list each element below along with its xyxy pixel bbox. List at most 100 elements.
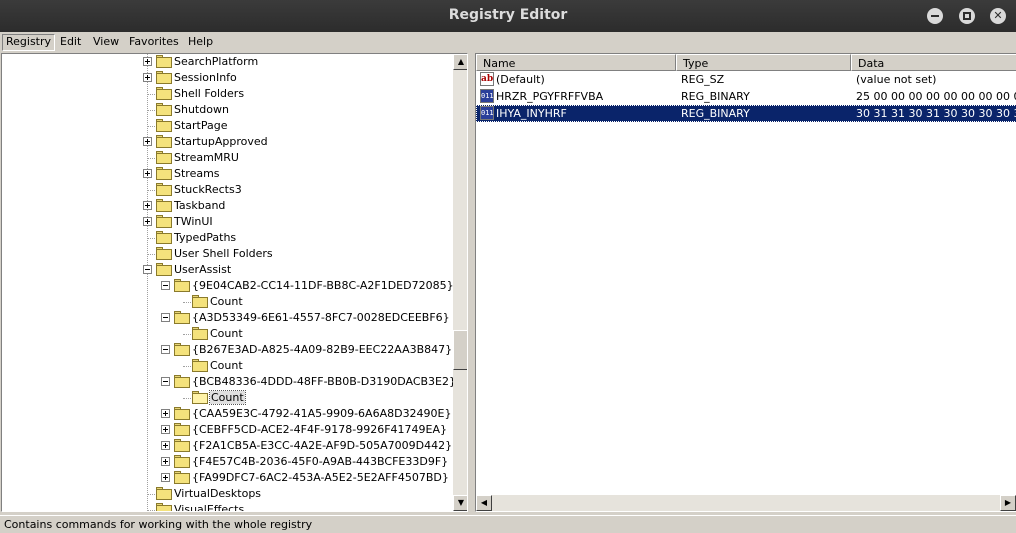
tree-item-label: User Shell Folders: [174, 247, 273, 260]
tree-item-label: {F4E57C4B-2036-45F0-A9AB-443BCFE33D9F}: [192, 455, 449, 468]
tree-item[interactable]: Shell Folders: [2, 86, 453, 102]
tree-item[interactable]: TWinUI: [2, 214, 453, 230]
folder-icon: [174, 407, 190, 420]
expand-icon[interactable]: [143, 57, 152, 66]
tree-item[interactable]: TypedPaths: [2, 230, 453, 246]
scroll-right-button[interactable]: ▶: [1000, 495, 1016, 511]
binary-value-icon: 011: [480, 106, 494, 120]
tree-item[interactable]: VisualEffects: [2, 502, 453, 511]
collapse-icon[interactable]: [161, 281, 170, 290]
tree-item[interactable]: Count: [2, 358, 453, 374]
expand-icon[interactable]: [143, 137, 152, 146]
tree-item[interactable]: StuckRects3: [2, 182, 453, 198]
menu-favorites[interactable]: Favorites: [129, 35, 179, 48]
expand-icon[interactable]: [143, 201, 152, 210]
collapse-icon[interactable]: [143, 265, 152, 274]
scroll-down-button[interactable]: ▼: [453, 495, 467, 511]
scroll-left-button[interactable]: ◀: [476, 495, 492, 511]
list-horizontal-scrollbar[interactable]: ◀ ▶: [476, 495, 1016, 511]
column-header-data[interactable]: Data: [851, 54, 1016, 71]
expand-icon[interactable]: [161, 409, 170, 418]
tree-item[interactable]: Streams: [2, 166, 453, 182]
tree-item[interactable]: StartupApproved: [2, 134, 453, 150]
collapse-icon[interactable]: [161, 313, 170, 322]
tree-item[interactable]: StreamMRU: [2, 150, 453, 166]
value-type: REG_BINARY: [681, 107, 750, 120]
tree-item-label: StartPage: [174, 119, 228, 132]
tree-item-label: StuckRects3: [174, 183, 242, 196]
expand-icon[interactable]: [143, 169, 152, 178]
tree-item[interactable]: VirtualDesktops: [2, 486, 453, 502]
folder-icon: [174, 455, 190, 468]
value-row[interactable]: 011 HRZR_PGYFRFFVBA REG_BINARY 25 00 00 00 …: [476, 88, 1016, 105]
collapse-icon[interactable]: [161, 345, 170, 354]
tree-item[interactable]: {CEBFF5CD-ACE2-4F4F-9178-9926F41749EA}: [2, 422, 453, 438]
folder-icon: [192, 359, 208, 372]
key-tree: SearchPlatform SessionInfo Shell Folders Sh…: [2, 54, 453, 511]
tree-connector: [183, 334, 191, 335]
expand-icon[interactable]: [143, 73, 152, 82]
folder-icon: [156, 167, 172, 180]
title-bar: Registry Editor ✕: [0, 0, 1016, 32]
tree-item-label: VisualEffects: [174, 503, 245, 511]
tree-item-label: Streams: [174, 167, 220, 180]
tree-connector: [183, 366, 191, 367]
tree-scroll-thumb[interactable]: [453, 330, 467, 370]
column-header-type[interactable]: Type: [676, 54, 851, 71]
tree-item-label: {F2A1CB5A-E3CC-4A2E-AF9D-505A7009D442}: [192, 439, 453, 452]
menu-help[interactable]: Help: [188, 35, 213, 48]
tree-item[interactable]: {CAA59E3C-4792-41A5-9909-6A6A8D32490E}: [2, 406, 453, 422]
tree-item[interactable]: User Shell Folders: [2, 246, 453, 262]
tree-item[interactable]: StartPage: [2, 118, 453, 134]
value-row[interactable]: ab (Default) REG_SZ (value not set): [476, 71, 1016, 88]
scroll-up-button[interactable]: ▲: [453, 54, 467, 70]
expand-icon[interactable]: [161, 425, 170, 434]
tree-item[interactable]: UserAssist: [2, 262, 453, 278]
tree-item[interactable]: SearchPlatform: [2, 54, 453, 70]
folder-icon: [174, 279, 190, 292]
tree-item[interactable]: {F4E57C4B-2036-45F0-A9AB-443BCFE33D9F}: [2, 454, 453, 470]
tree-item[interactable]: {F2A1CB5A-E3CC-4A2E-AF9D-505A7009D442}: [2, 438, 453, 454]
tree-item-label: SessionInfo: [174, 71, 237, 84]
menu-edit[interactable]: Edit: [60, 35, 81, 48]
expand-icon[interactable]: [143, 217, 152, 226]
value-row[interactable]: 011 IHYA_INYHRF REG_BINARY 30 31 31 30 31 3…: [476, 105, 1016, 122]
column-header-name[interactable]: Name: [476, 54, 676, 71]
tree-item-label: {B267E3AD-A825-4A09-82B9-EEC22AA3B847}: [192, 343, 453, 356]
tree-connector: [147, 494, 155, 495]
tree-item[interactable]: Count: [2, 294, 453, 310]
maximize-icon: [963, 12, 971, 20]
tree-item[interactable]: {BCB48336-4DDD-48FF-BB0B-D3190DACB3E2}: [2, 374, 453, 390]
menu-registry[interactable]: Registry: [2, 34, 56, 51]
expand-icon[interactable]: [161, 441, 170, 450]
tree-item[interactable]: SessionInfo: [2, 70, 453, 86]
tree-item[interactable]: {B267E3AD-A825-4A09-82B9-EEC22AA3B847}: [2, 342, 453, 358]
tree-item-label: VirtualDesktops: [174, 487, 262, 500]
tree-item[interactable]: Taskband: [2, 198, 453, 214]
tree-connector: [147, 126, 155, 127]
value-name: (Default): [496, 73, 545, 86]
folder-icon: [156, 87, 172, 100]
close-icon: ✕: [993, 9, 1003, 22]
tree-item[interactable]: Shutdown: [2, 102, 453, 118]
folder-icon: [156, 487, 172, 500]
string-value-icon: ab: [480, 72, 494, 86]
expand-icon[interactable]: [161, 457, 170, 466]
tree-item[interactable]: Count: [2, 390, 453, 406]
tree-item[interactable]: {9E04CAB2-CC14-11DF-BB8C-A2F1DED72085}: [2, 278, 453, 294]
tree-item-label: Count: [210, 359, 243, 372]
expand-icon[interactable]: [161, 473, 170, 482]
folder-icon: [174, 375, 190, 388]
tree-item[interactable]: Count: [2, 326, 453, 342]
menu-view[interactable]: View: [93, 35, 119, 48]
close-button[interactable]: ✕: [990, 8, 1006, 24]
tree-item[interactable]: {FA99DFC7-6AC2-453A-A5E2-5E2AFF4507BD}: [2, 470, 453, 486]
tree-connector: [183, 398, 191, 399]
maximize-button[interactable]: [959, 8, 975, 24]
tree-connector: [147, 158, 155, 159]
arrow-up-icon: ▲: [457, 57, 465, 66]
tree-item[interactable]: {A3D53349-6E61-4557-8FC7-0028EDCEEBF6}: [2, 310, 453, 326]
collapse-icon[interactable]: [161, 377, 170, 386]
tree-vertical-scrollbar[interactable]: ▲ ▼: [453, 54, 467, 511]
minimize-button[interactable]: [927, 8, 943, 24]
